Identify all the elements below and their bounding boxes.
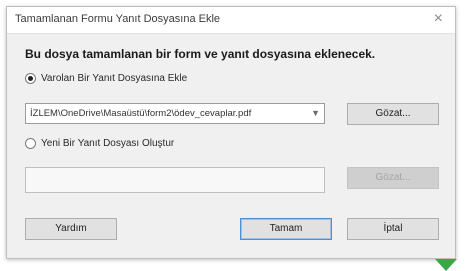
corner-marker xyxy=(435,259,457,271)
close-icon[interactable]: × xyxy=(434,10,443,28)
path-value: İZLEM\OneDrive\Masaüstü\form2\ödev_cevap… xyxy=(30,108,252,119)
existing-file-path-input[interactable]: İZLEM\OneDrive\Masaüstü\form2\ödev_cevap… xyxy=(25,103,325,124)
radio-existing[interactable] xyxy=(25,73,36,84)
help-button[interactable]: Yardım xyxy=(25,218,117,240)
chevron-down-icon[interactable]: ▼ xyxy=(311,104,320,123)
radio-new[interactable] xyxy=(25,138,36,149)
dialog-title: Tamamlanan Formu Yanıt Dosyasına Ekle xyxy=(15,13,221,25)
ok-button[interactable]: Tamam xyxy=(240,218,332,240)
option-existing-label: Varolan Bir Yanıt Dosyasına Ekle xyxy=(41,73,188,84)
radio-selected-dot xyxy=(28,76,33,81)
title-bar: Tamamlanan Formu Yanıt Dosyasına Ekle × xyxy=(7,7,455,34)
dialog-heading: Bu dosya tamamlanan bir form ve yanıt do… xyxy=(25,47,376,61)
browse-new-button[interactable]: Gözat... xyxy=(347,167,439,189)
option-new-label: Yeni Bir Yanıt Dosyası Oluştur xyxy=(41,138,175,149)
new-file-path-input[interactable] xyxy=(25,167,325,193)
browse-existing-button[interactable]: Gözat... xyxy=(347,103,439,125)
attach-response-dialog: Tamamlanan Formu Yanıt Dosyasına Ekle × … xyxy=(6,6,456,259)
option-existing-file[interactable]: Varolan Bir Yanıt Dosyasına Ekle xyxy=(25,73,187,84)
cancel-button[interactable]: İptal xyxy=(347,218,439,240)
option-new-file[interactable]: Yeni Bir Yanıt Dosyası Oluştur xyxy=(25,138,174,149)
